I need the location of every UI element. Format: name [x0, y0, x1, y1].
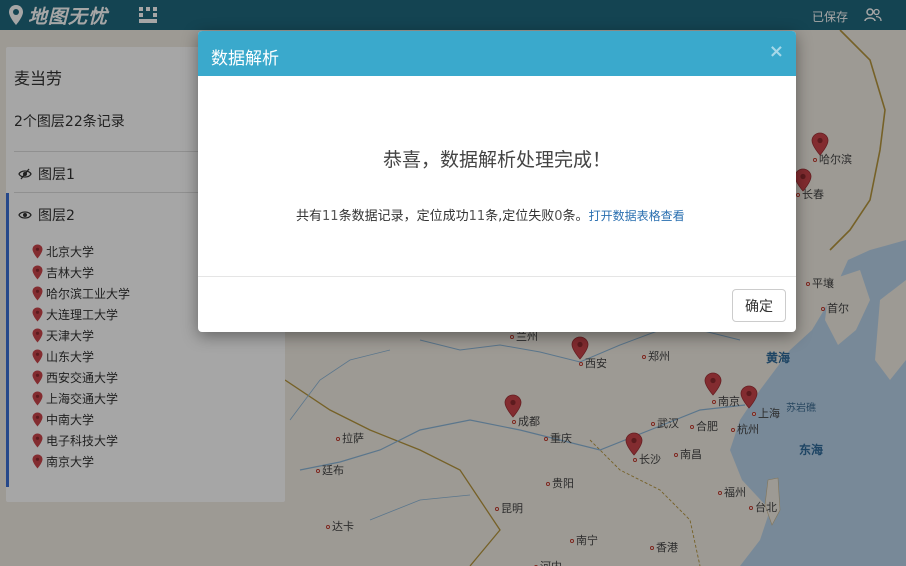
dialog-footer-divider [198, 276, 796, 277]
detail-text: 条数据记录，定位成功 [338, 209, 469, 224]
confirm-button[interactable]: 确定 [732, 289, 786, 322]
fail-count: 0 [554, 209, 563, 224]
dialog-title: 数据解析 [211, 49, 279, 69]
detail-text: 条。 [562, 209, 589, 224]
detail-text: 共有 [296, 209, 323, 224]
parse-result-dialog: 数据解析 × 恭喜，数据解析处理完成！ 共有11条数据记录，定位成功11条,定位… [198, 31, 796, 332]
open-data-table-link[interactable]: 打开数据表格查看 [589, 209, 685, 223]
success-count: 11 [468, 209, 486, 224]
dialog-header: 数据解析 × [198, 31, 796, 76]
result-detail: 共有11条数据记录，定位成功11条,定位失败0条。打开数据表格查看 [296, 205, 685, 224]
close-icon[interactable]: × [769, 41, 784, 62]
total-count: 11 [322, 209, 339, 224]
detail-text: 条,定位失败 [485, 209, 555, 224]
success-message: 恭喜，数据解析处理完成！ [382, 149, 611, 171]
